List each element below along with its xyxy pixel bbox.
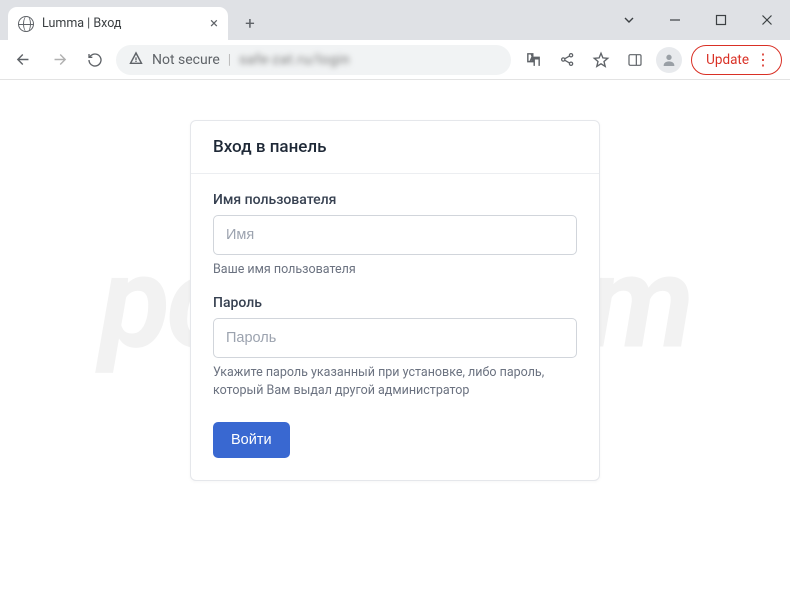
translate-icon[interactable] — [517, 44, 549, 76]
browser-titlebar: Lumma | Вход × + — [0, 0, 790, 40]
update-label: Update — [706, 52, 749, 68]
login-card: Вход в панель Имя пользователя Ваше имя … — [190, 120, 600, 481]
password-help: Укажите пароль указанный при установке, … — [213, 364, 577, 400]
menu-dots-icon: ⋮ — [755, 52, 771, 68]
address-url: safe-zat.ru/login — [239, 52, 350, 68]
minimize-button[interactable] — [652, 0, 698, 40]
tab-title: Lumma | Вход — [42, 16, 121, 31]
card-title: Вход в панель — [191, 121, 599, 174]
username-input[interactable] — [213, 215, 577, 255]
update-button[interactable]: Update ⋮ — [691, 45, 782, 75]
globe-icon — [18, 16, 34, 32]
browser-tab[interactable]: Lumma | Вход × — [8, 7, 228, 40]
username-help: Ваше имя пользователя — [213, 261, 577, 279]
back-button[interactable] — [8, 45, 38, 75]
maximize-button[interactable] — [698, 0, 744, 40]
profile-avatar[interactable] — [653, 44, 685, 76]
reload-button[interactable] — [80, 45, 110, 75]
login-button[interactable]: Войти — [213, 422, 290, 458]
new-tab-button[interactable]: + — [236, 10, 264, 38]
forward-button[interactable] — [44, 45, 74, 75]
username-label: Имя пользователя — [213, 192, 577, 208]
address-bar[interactable]: Not secure | safe-zat.ru/login — [116, 45, 511, 75]
browser-toolbar: Not secure | safe-zat.ru/login — [0, 40, 790, 80]
share-icon[interactable] — [551, 44, 583, 76]
not-secure-label: Not secure — [152, 52, 220, 68]
address-separator: | — [228, 52, 231, 68]
not-secure-icon — [128, 50, 144, 70]
bookmark-icon[interactable] — [585, 44, 617, 76]
tab-search-button[interactable] — [606, 0, 652, 40]
close-window-button[interactable] — [744, 0, 790, 40]
close-tab-icon[interactable]: × — [210, 16, 218, 31]
password-input[interactable] — [213, 318, 577, 358]
side-panel-icon[interactable] — [619, 44, 651, 76]
password-label: Пароль — [213, 295, 577, 311]
